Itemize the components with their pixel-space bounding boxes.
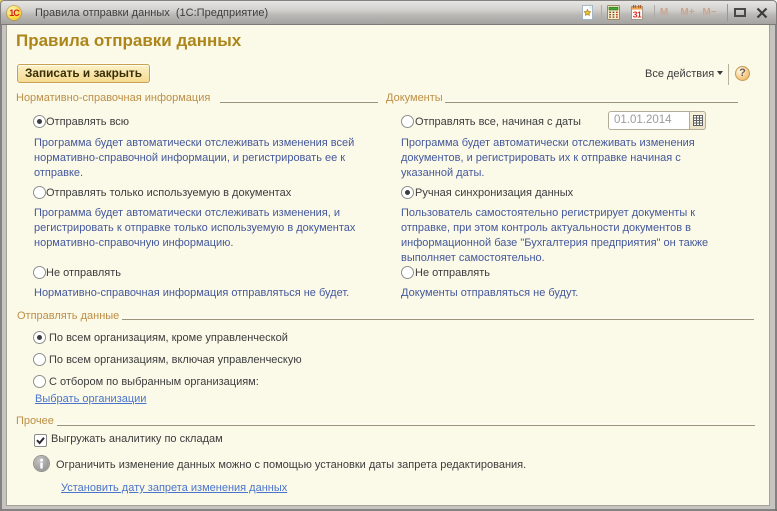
svg-text:31: 31 [633, 10, 642, 20]
